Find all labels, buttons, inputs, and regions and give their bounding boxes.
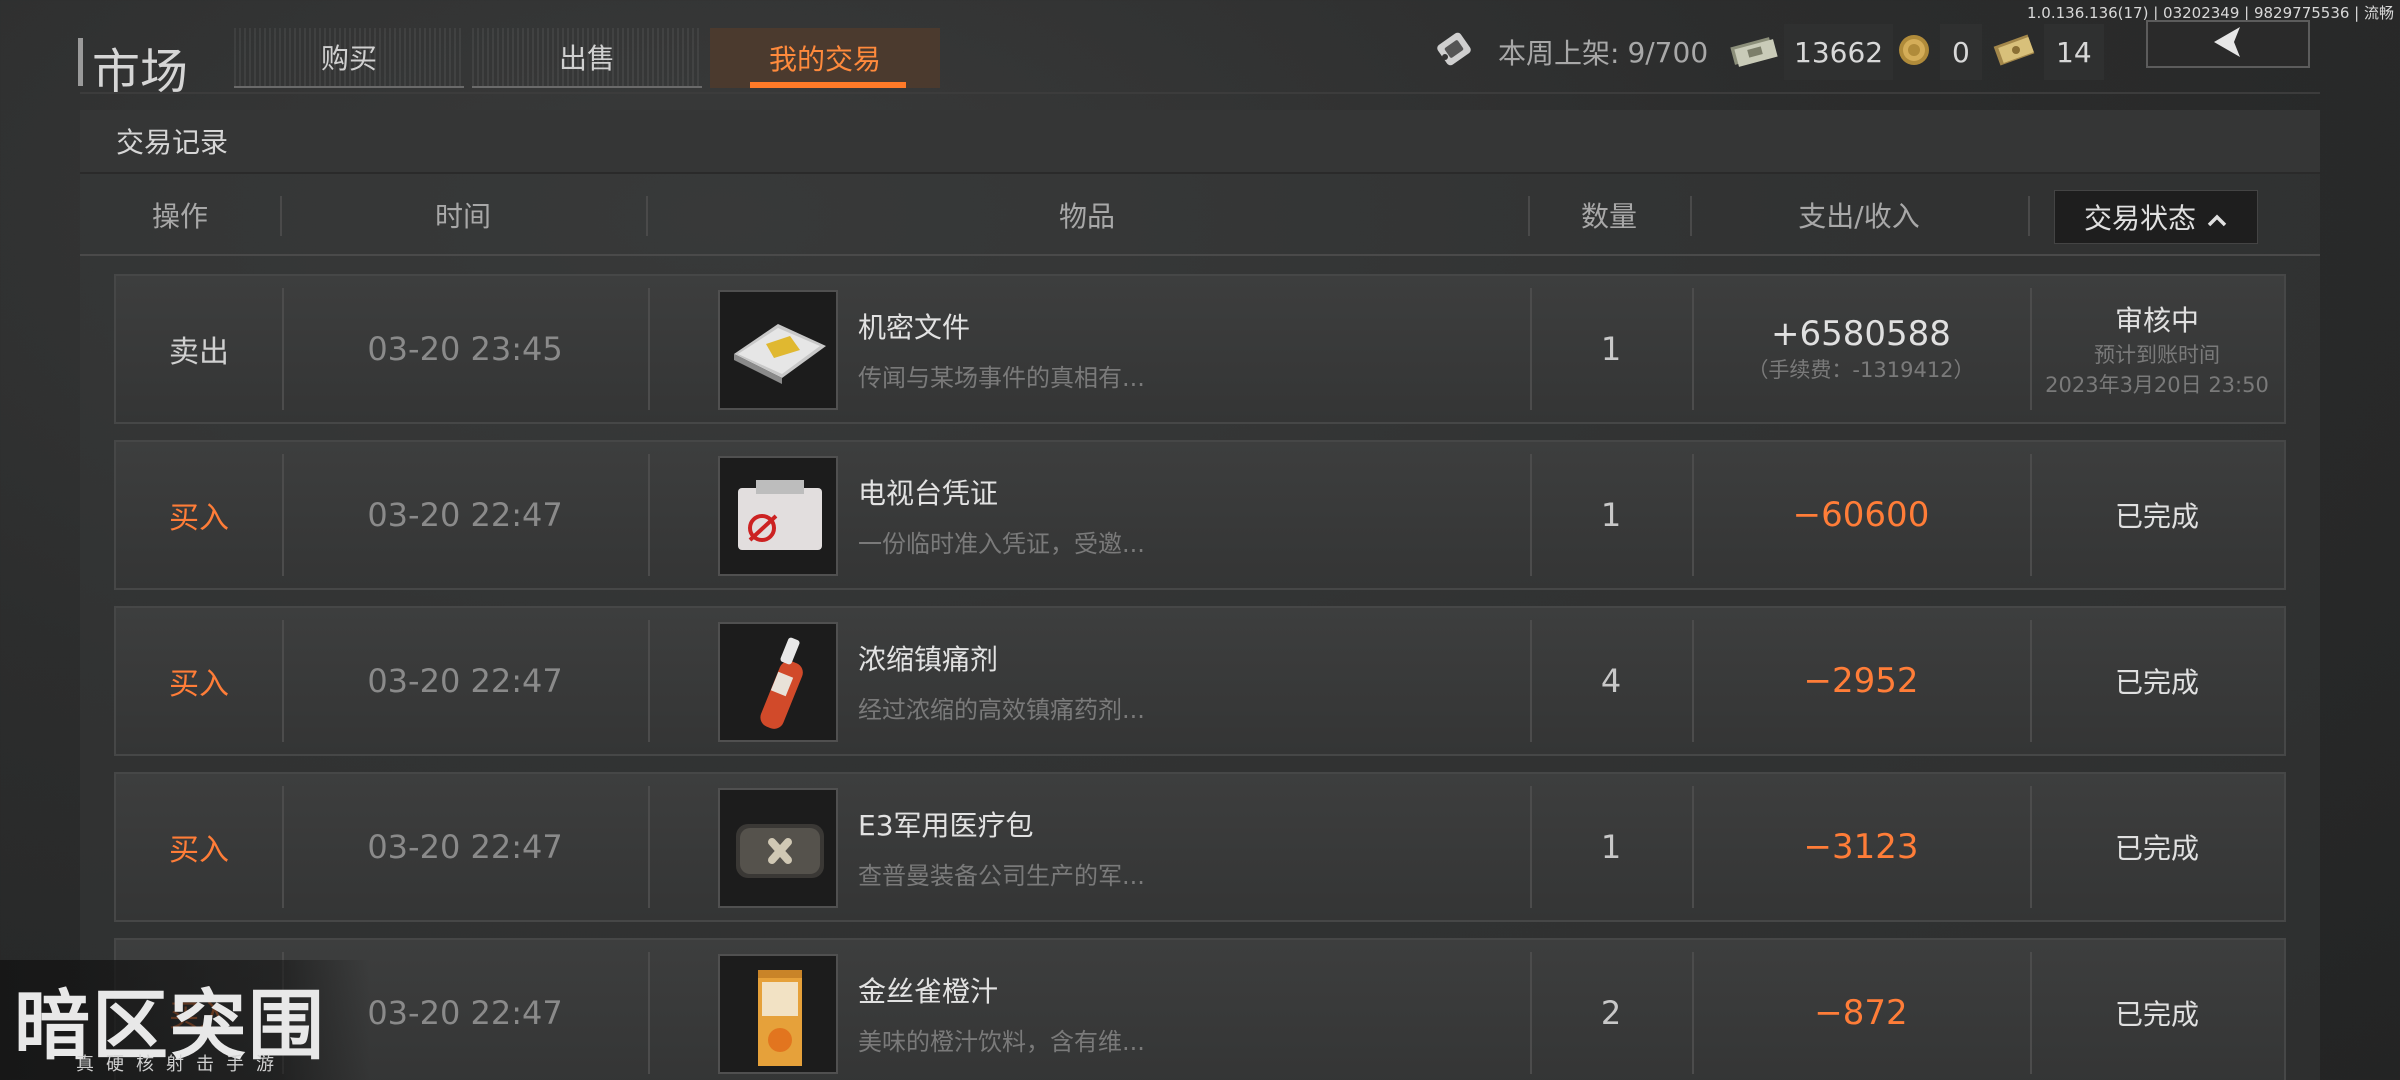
game-logo: 暗区突围 真硬核射击手游 [0,960,370,1080]
trade-time: 03-20 22:47 [367,994,563,1032]
spray-bottle-icon [718,622,838,742]
listing-tag-icon [1432,27,1478,77]
chevron-up-icon [2206,201,2228,234]
title-accent-bar [78,38,83,86]
trade-row[interactable]: 买入 03-20 22:47 金丝雀橙汁 美味的橙汁饮料，含有维... 2 −8… [114,938,2286,1080]
juice-box-icon [718,954,838,1074]
trade-row[interactable]: 买入 03-20 22:47 E3军用医疗包 查普曼装备公司生产的军... 1 … [114,772,2286,922]
trade-time: 03-20 22:47 [367,496,563,534]
currency-banknote: 14 [1990,24,2104,80]
table-header: 操作 时间 物品 数量 支出/收入 交易状态 [80,174,2320,256]
item-name: 电视台凭证 [858,477,999,510]
item-description: 美味的橙汁饮料，含有维... [858,1028,1145,1056]
item-description: 一份临时准入凭证，受邀... [858,530,1145,558]
status-filter-button[interactable]: 交易状态 [2054,190,2258,244]
item-description: 传闻与某场事件的真相有... [858,364,1145,392]
logo-subtitle: 真硬核射击手游 [76,1054,286,1075]
col-item: 物品 [1058,200,1115,233]
cash-value: 13662 [1784,24,1894,80]
item-description: 查普曼装备公司生产的军... [858,862,1145,890]
header-divider [80,92,2320,94]
status-filter-label: 交易状态 [2083,202,2196,235]
secret-document-icon [718,290,838,410]
tab-buy[interactable]: 购买 [234,28,464,88]
arrival-time: 2023年3月20日 23:50 [2045,373,2269,397]
back-arrow-icon [2206,24,2250,64]
tab-my-trades-label: 我的交易 [768,43,881,76]
gold-coin-icon [1894,30,1934,74]
operation-label: 买入 [169,833,229,868]
trade-amount: −2952 [1803,661,1919,701]
trade-status: 审核中 [2114,304,2199,337]
operation-label: 买入 [169,501,229,536]
trade-row[interactable]: 买入 03-20 22:47 电视台凭证 一份临时准入凭证，受邀... 1 −6… [114,440,2286,590]
coin-value: 0 [1940,24,1982,80]
trade-row[interactable]: 买入 03-20 22:47 浓缩镇痛剂 经过浓缩的高效镇痛药剂... 4 −2… [114,606,2286,756]
weekly-listing: 本周上架: 9/700 [1432,24,1708,80]
item-name: E3军用医疗包 [858,809,1034,842]
trade-time: 03-20 23:45 [367,330,563,368]
trade-time: 03-20 22:47 [367,828,563,866]
col-operation: 操作 [151,200,208,233]
col-separator [2028,196,2030,236]
active-tab-underline [750,82,906,88]
col-amount: 支出/收入 [1798,200,1920,233]
item-name: 金丝雀橙汁 [858,975,999,1008]
trade-amount: +6580588 [1771,314,1951,354]
item-quantity: 1 [1600,496,1622,534]
trade-status: 已完成 [2114,832,2199,865]
operation-label: 买入 [169,667,229,702]
market-header: 市场 购买 出售 我的交易 [78,28,2318,100]
trade-amount: −872 [1814,993,1908,1033]
tab-my-trades[interactable]: 我的交易 [710,28,940,88]
trade-time: 03-20 22:47 [367,662,563,700]
banknote-icon [1990,30,2038,74]
col-time: 时间 [434,200,491,233]
item-name: 浓缩镇痛剂 [858,643,999,676]
arrival-time-label: 预计到账时间 [2094,343,2220,367]
weekly-listing-value: 9/700 [1627,35,1709,69]
item-quantity: 1 [1600,330,1622,368]
back-button[interactable] [2146,20,2310,68]
trade-row[interactable]: 卖出 03-20 23:45 机密文件 传闻与某场事件的真相有... 1 +65… [114,274,2286,424]
item-quantity: 4 [1600,662,1622,700]
weekly-listing-label: 本周上架: [1498,37,1620,70]
item-quantity: 2 [1600,994,1622,1032]
trade-status: 已完成 [2114,998,2199,1031]
tv-pass-icon [718,456,838,576]
currency-coin: 0 [1894,24,1982,80]
item-description: 经过浓缩的高效镇痛药剂... [858,696,1145,724]
cash-stack-icon [1728,30,1778,74]
panel-title: 交易记录 [80,110,2320,174]
tab-sell[interactable]: 出售 [472,28,702,88]
currency-cash: 13662 [1728,24,1894,80]
medkit-icon [718,788,838,908]
trade-amount: −60600 [1792,495,1930,535]
operation-label: 卖出 [169,335,229,370]
banknote-value: 14 [2044,24,2104,80]
trade-amount: −3123 [1803,827,1919,867]
item-name: 机密文件 [858,311,971,344]
col-quantity: 数量 [1580,200,1637,233]
trade-fee: （手续费：-1319412） [1747,358,1975,382]
trade-status: 已完成 [2114,666,2199,699]
trade-status: 已完成 [2114,500,2199,533]
item-quantity: 1 [1600,828,1622,866]
trade-records-panel: 交易记录 操作 时间 物品 数量 支出/收入 交易状态 卖出 03-20 23:… [80,110,2320,1080]
